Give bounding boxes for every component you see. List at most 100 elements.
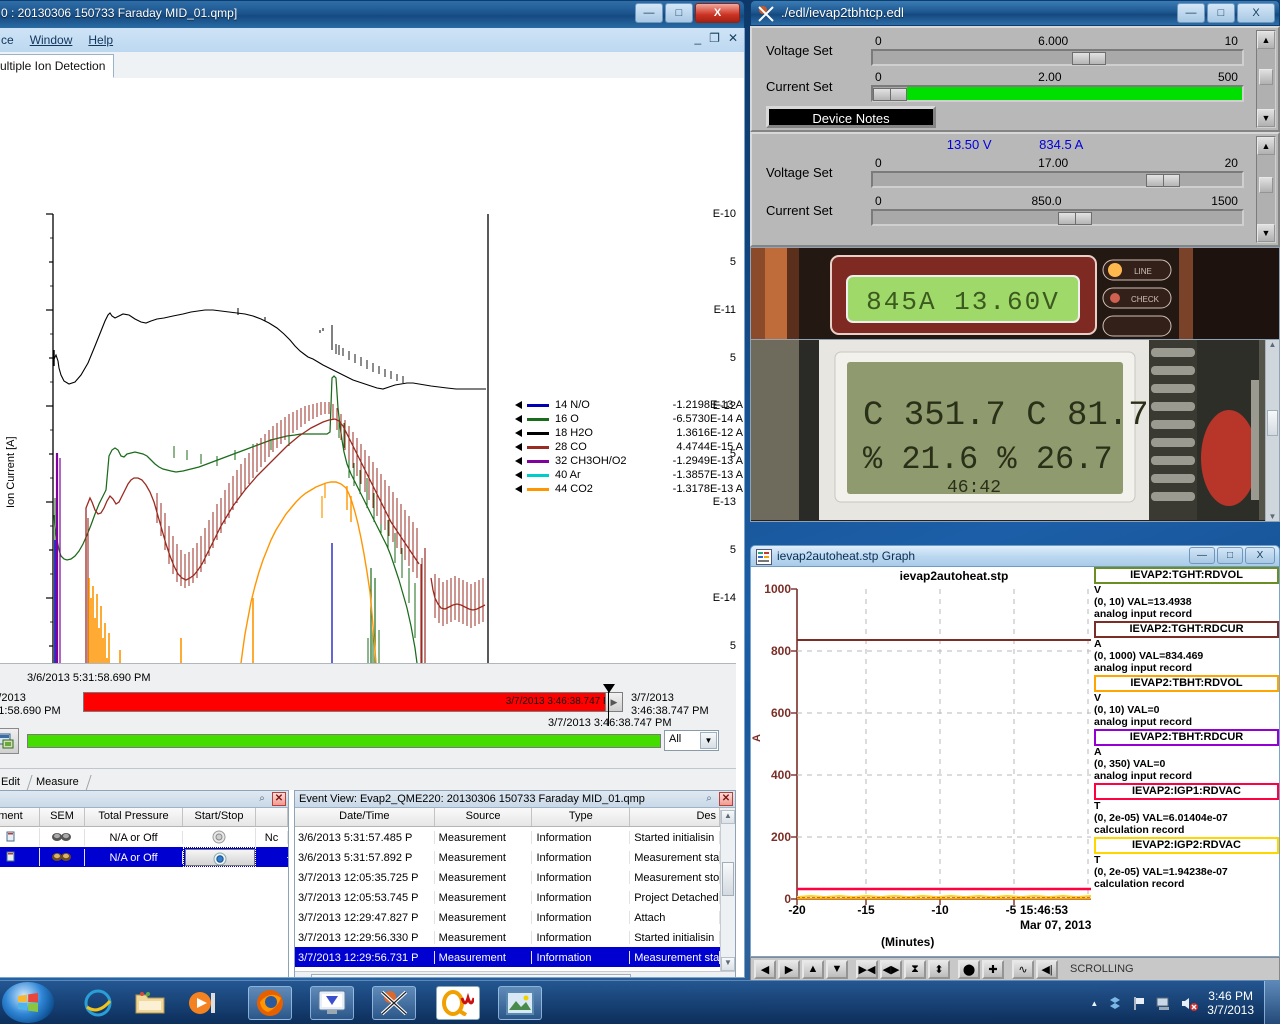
legend-arrow-icon[interactable] — [514, 483, 526, 495]
taskbar-firefox[interactable] — [248, 986, 292, 1020]
legend-row[interactable]: 44 CO2 -1.3178E-13 A — [514, 482, 743, 496]
legend-item[interactable]: IEVAP2:TBHT:RDVOL V (0, 10) VAL=0 analog… — [1094, 675, 1279, 728]
record-icon[interactable]: ⬤ — [958, 959, 980, 979]
expand-v-icon[interactable]: ⬍ — [928, 959, 950, 979]
legend-arrow-icon[interactable] — [514, 469, 526, 481]
column-sem[interactable]: SEM — [40, 808, 85, 826]
scrollbar-thumb[interactable] — [1267, 410, 1278, 436]
column-date-time[interactable]: Date/Time — [295, 808, 435, 826]
minimize-button[interactable]: — — [1177, 3, 1205, 23]
voltage-set-slider[interactable] — [871, 171, 1244, 188]
show-desktop-button[interactable] — [1264, 981, 1280, 1024]
taskbar-media-player[interactable] — [180, 986, 224, 1020]
scroll-up-icon[interactable]: ▲ — [1257, 31, 1275, 49]
maximize-button[interactable]: □ — [1217, 547, 1243, 564]
waveform-icon[interactable]: ∿ — [1012, 959, 1034, 979]
striptool-title-bar[interactable]: ievap2autoheat.stp Graph — □ X — [750, 545, 1280, 567]
camera-2-scrollbar[interactable]: ▲ ▼ — [1265, 340, 1279, 521]
jump-left-icon[interactable]: ◀| — [1036, 959, 1058, 979]
legend-item[interactable]: IEVAP2:TGHT:RDVOL V (0, 10) VAL=13.4938 … — [1094, 567, 1279, 620]
column-total-pressure[interactable]: Total Pressure — [85, 808, 183, 826]
voltage-set-slider[interactable] — [871, 49, 1244, 66]
collapse-h-icon[interactable]: ▶◀ — [856, 959, 878, 979]
scroll-down-icon[interactable]: ▼ — [1257, 224, 1275, 242]
tray-expand-icon[interactable]: ▲ — [1090, 999, 1098, 1008]
legend-row[interactable]: 16 O -6.5730E-14 A — [514, 412, 743, 426]
camera-power-supply[interactable]: 845A 13.60V LINE CHECK ◀ ⋮⋮ ▶ — [750, 247, 1280, 340]
minimize-button[interactable]: — — [635, 3, 663, 23]
menu-item-window[interactable]: Window — [22, 31, 81, 49]
volume-muted-icon[interactable] — [1181, 996, 1199, 1011]
scroll-up-icon[interactable]: ▲ — [1266, 340, 1279, 353]
legend-row[interactable]: 28 CO 4.4744E-15 A — [514, 440, 743, 454]
dropbox-icon[interactable] — [1107, 995, 1123, 1011]
scroll-up-icon[interactable]: ▲ — [1257, 137, 1275, 155]
tab-multiple-ion-detection[interactable]: Multiple Ion Detection — [0, 54, 115, 78]
close-button[interactable]: X — [1245, 547, 1275, 564]
scrollbar-thumb[interactable] — [1259, 177, 1273, 193]
scroll-up-icon[interactable]: ▲ — [721, 810, 735, 824]
start-button[interactable] — [2, 982, 54, 1023]
timeline-filter-select[interactable]: All ▼ — [664, 730, 719, 751]
maximize-button[interactable]: □ — [1207, 3, 1235, 23]
scroll-right-icon[interactable]: ▶ — [721, 975, 735, 977]
legend-arrow-icon[interactable] — [514, 441, 526, 453]
close-button[interactable]: X — [695, 3, 740, 23]
maximize-button[interactable]: □ — [665, 3, 693, 23]
table-row[interactable]: 3/7/2013 12:05:53.745 P Measurement Info… — [295, 887, 720, 907]
mdi-restore-button[interactable]: ❐ — [709, 31, 720, 45]
tab-edit[interactable]: Edit — [0, 773, 30, 790]
menu-item-help[interactable]: Help — [80, 31, 121, 49]
scrollbar-thumb[interactable] — [722, 862, 734, 896]
close-button[interactable]: X — [1237, 3, 1275, 23]
taskbar-vnc-viewer[interactable] — [310, 986, 354, 1020]
left-arrow-icon[interactable]: ◀ — [754, 959, 776, 979]
edl-title-bar[interactable]: ./edl/ievap2tbhtcp.edl — □ X — [750, 0, 1280, 26]
timeline-cursor-marker[interactable] — [603, 684, 615, 693]
striptool-chart[interactable]: ievap2autoheat.stp A 1000 800 600 400 20… — [751, 567, 1096, 957]
slider-thumb[interactable] — [1057, 212, 1092, 225]
table-row[interactable]: 3/7/2013 12:29:47.827 P Measurement Info… — [295, 907, 720, 927]
edl-panel2-scrollbar[interactable]: ▲ ▼ — [1256, 136, 1276, 243]
right-arrow-icon[interactable]: ▶ — [778, 959, 800, 979]
mdi-close-button[interactable]: ✕ — [728, 31, 738, 45]
legend-row[interactable]: 18 H2O 1.3616E-12 A — [514, 426, 743, 440]
tab-measure[interactable]: Measure — [30, 773, 89, 790]
measurement-icon[interactable] — [0, 728, 19, 754]
cell-start-stop[interactable] — [183, 847, 256, 867]
scroll-left-icon[interactable]: ◀ — [295, 975, 309, 977]
expand-h-icon[interactable]: ◀▶ — [880, 959, 902, 979]
down-arrow-icon[interactable]: ▼ — [826, 959, 848, 979]
current-set-slider[interactable] — [871, 85, 1244, 102]
plus-icon[interactable]: ✚ — [982, 959, 1004, 979]
table-row[interactable]: N/A or Off Nc — [0, 827, 288, 847]
legend-arrow-icon[interactable] — [514, 413, 526, 425]
legend-item[interactable]: IEVAP2:TGHT:RDCUR A (0, 1000) VAL=834.46… — [1094, 621, 1279, 674]
device-notes-button[interactable]: Device Notes — [766, 106, 936, 128]
column-measurement[interactable]: ment — [0, 808, 40, 826]
slider-thumb[interactable] — [1146, 174, 1181, 187]
scroll-down-icon[interactable]: ▼ — [1266, 512, 1279, 521]
taskbar-xming[interactable] — [372, 986, 416, 1020]
table-row[interactable]: N/A or Off — [0, 847, 288, 867]
column-extra[interactable] — [256, 808, 288, 826]
camera-temperature-meter[interactable]: C 351.7 C 81.7 % 21.6 % 26.7 46:42 ▲ ▼ — [750, 340, 1280, 522]
cell-start-stop[interactable] — [183, 827, 256, 847]
collapse-v-icon[interactable]: ⧗ — [904, 959, 926, 979]
column-source[interactable]: Source — [435, 808, 533, 826]
table-row[interactable]: 3/6/2013 5:31:57.892 P Measurement Infor… — [295, 847, 720, 867]
quadera-title-bar[interactable]: 0 : 20130306 150733 Faraday MID_01.qmp] … — [0, 0, 745, 28]
minimize-button[interactable]: — — [1189, 547, 1215, 564]
slider-thumb[interactable] — [1072, 52, 1107, 65]
taskbar-quadera[interactable] — [436, 986, 480, 1020]
event-view-close-button[interactable]: ✕ — [719, 792, 733, 806]
mdi-minimize-button[interactable]: _ — [694, 31, 701, 45]
scroll-down-icon[interactable]: ▼ — [721, 957, 735, 971]
legend-row[interactable]: 14 N/O -1.2198E-13 A — [514, 398, 743, 412]
taskbar-internet-explorer[interactable] — [76, 986, 120, 1020]
taskbar-image-viewer[interactable] — [498, 986, 542, 1020]
pin-icon[interactable]: ⌕ — [255, 792, 269, 806]
column-type[interactable]: Type — [532, 808, 631, 826]
slider-thumb[interactable] — [873, 88, 907, 101]
scrollbar-thumb[interactable]: ⋮⋮ — [311, 973, 631, 977]
